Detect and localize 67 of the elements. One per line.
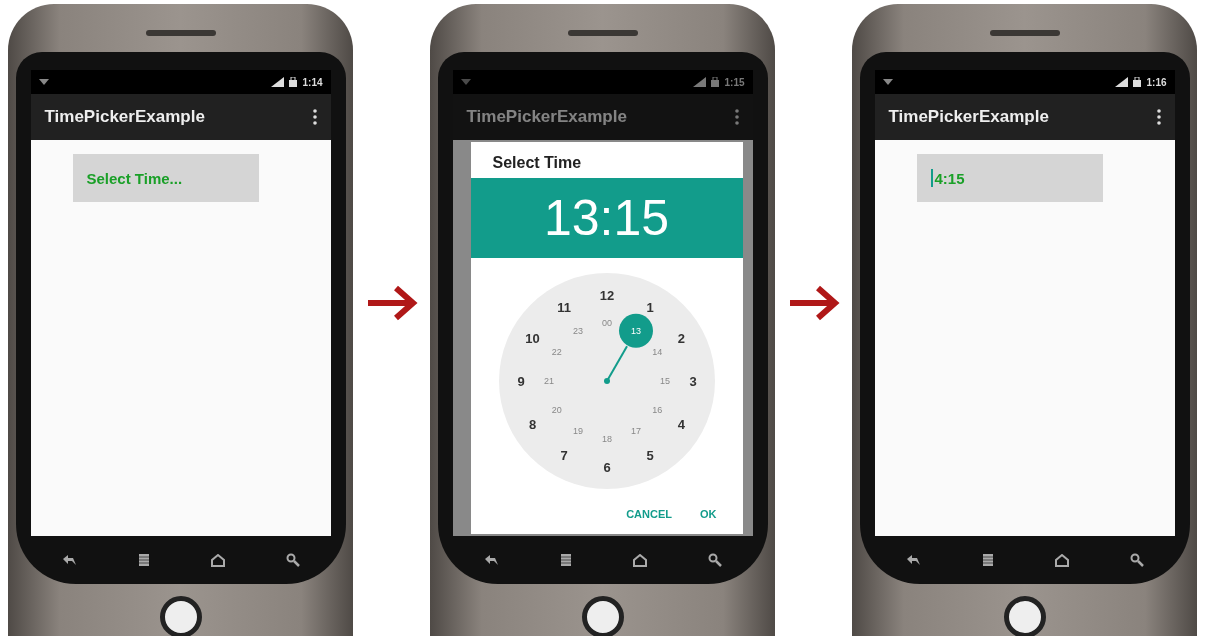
menu-icon[interactable] bbox=[1156, 109, 1161, 125]
arrow-icon bbox=[365, 285, 418, 321]
signal-icon bbox=[271, 77, 285, 87]
hour-number[interactable]: 10 bbox=[524, 331, 540, 346]
search-icon[interactable] bbox=[1130, 553, 1144, 567]
status-time: 1:16 bbox=[1146, 76, 1167, 88]
signal-icon bbox=[1115, 77, 1129, 87]
hour-number[interactable]: 13 bbox=[630, 325, 641, 336]
hour-number[interactable]: 5 bbox=[645, 448, 654, 464]
search-icon[interactable] bbox=[286, 553, 300, 567]
back-icon[interactable] bbox=[61, 554, 77, 566]
back-icon[interactable] bbox=[905, 554, 921, 566]
time-field[interactable]: Select Time... bbox=[72, 154, 259, 202]
field-value: Select Time... bbox=[86, 169, 183, 187]
notification-icon bbox=[38, 79, 49, 85]
dialog-button[interactable]: OK bbox=[692, 504, 725, 524]
clock-hand[interactable] bbox=[603, 345, 628, 384]
back-icon[interactable] bbox=[483, 554, 499, 566]
hour-number[interactable]: 17 bbox=[630, 426, 641, 437]
hour-number[interactable]: 19 bbox=[572, 426, 583, 437]
menu-icon[interactable] bbox=[312, 109, 317, 125]
notification-icon bbox=[460, 79, 471, 85]
hour-number[interactable]: 16 bbox=[651, 405, 662, 415]
app-title: TimePickerExample bbox=[44, 107, 205, 127]
hour-number[interactable]: 23 bbox=[572, 325, 583, 336]
app-title: TimePickerExample bbox=[466, 107, 627, 127]
menu-icon[interactable] bbox=[138, 554, 150, 566]
menu-icon[interactable] bbox=[560, 554, 572, 566]
status-time: 1:15 bbox=[724, 76, 745, 88]
hour-number[interactable]: 6 bbox=[602, 460, 611, 475]
hour-number[interactable]: 2 bbox=[677, 331, 685, 346]
notification-icon bbox=[882, 79, 893, 85]
hour-number[interactable]: 8 bbox=[528, 417, 536, 432]
status-time: 1:14 bbox=[302, 76, 323, 88]
speaker-grille bbox=[989, 30, 1060, 36]
hour-number[interactable]: 4 bbox=[677, 417, 685, 432]
hour-number[interactable]: 1 bbox=[645, 299, 654, 315]
signal-icon bbox=[693, 77, 707, 87]
time-field[interactable]: 4:15 bbox=[916, 154, 1103, 202]
hour-number[interactable]: 14 bbox=[651, 347, 662, 357]
home-icon[interactable] bbox=[211, 553, 225, 567]
hour-number[interactable]: 15 bbox=[659, 376, 670, 386]
menu-icon[interactable] bbox=[982, 554, 994, 566]
speaker-grille bbox=[145, 30, 216, 36]
hour-number[interactable]: 00 bbox=[601, 318, 612, 328]
home-icon[interactable] bbox=[1055, 553, 1069, 567]
search-icon[interactable] bbox=[708, 553, 722, 567]
hour-number[interactable]: 22 bbox=[551, 347, 562, 357]
hour-number[interactable]: 18 bbox=[601, 434, 612, 444]
hour-number[interactable]: 21 bbox=[543, 376, 554, 386]
hour-number[interactable]: 7 bbox=[559, 448, 568, 464]
arrow-icon bbox=[787, 285, 840, 321]
hour-number[interactable]: 12 bbox=[599, 288, 614, 303]
field-value: 4:15 bbox=[934, 169, 965, 187]
dialog-title: Select Time bbox=[491, 153, 583, 173]
hour-number[interactable]: 3 bbox=[688, 374, 697, 389]
home-button[interactable] bbox=[1003, 596, 1046, 636]
app-title: TimePickerExample bbox=[888, 107, 1049, 127]
home-button[interactable] bbox=[581, 596, 624, 636]
hour-number[interactable]: 20 bbox=[551, 405, 562, 415]
dialog-button[interactable]: CANCEL bbox=[618, 504, 680, 524]
home-icon[interactable] bbox=[633, 553, 647, 567]
selected-time: 13:15 bbox=[543, 189, 670, 247]
home-button[interactable] bbox=[159, 596, 202, 636]
hour-number[interactable]: 9 bbox=[516, 374, 525, 389]
speaker-grille bbox=[567, 30, 638, 36]
hour-number[interactable]: 11 bbox=[556, 299, 571, 315]
